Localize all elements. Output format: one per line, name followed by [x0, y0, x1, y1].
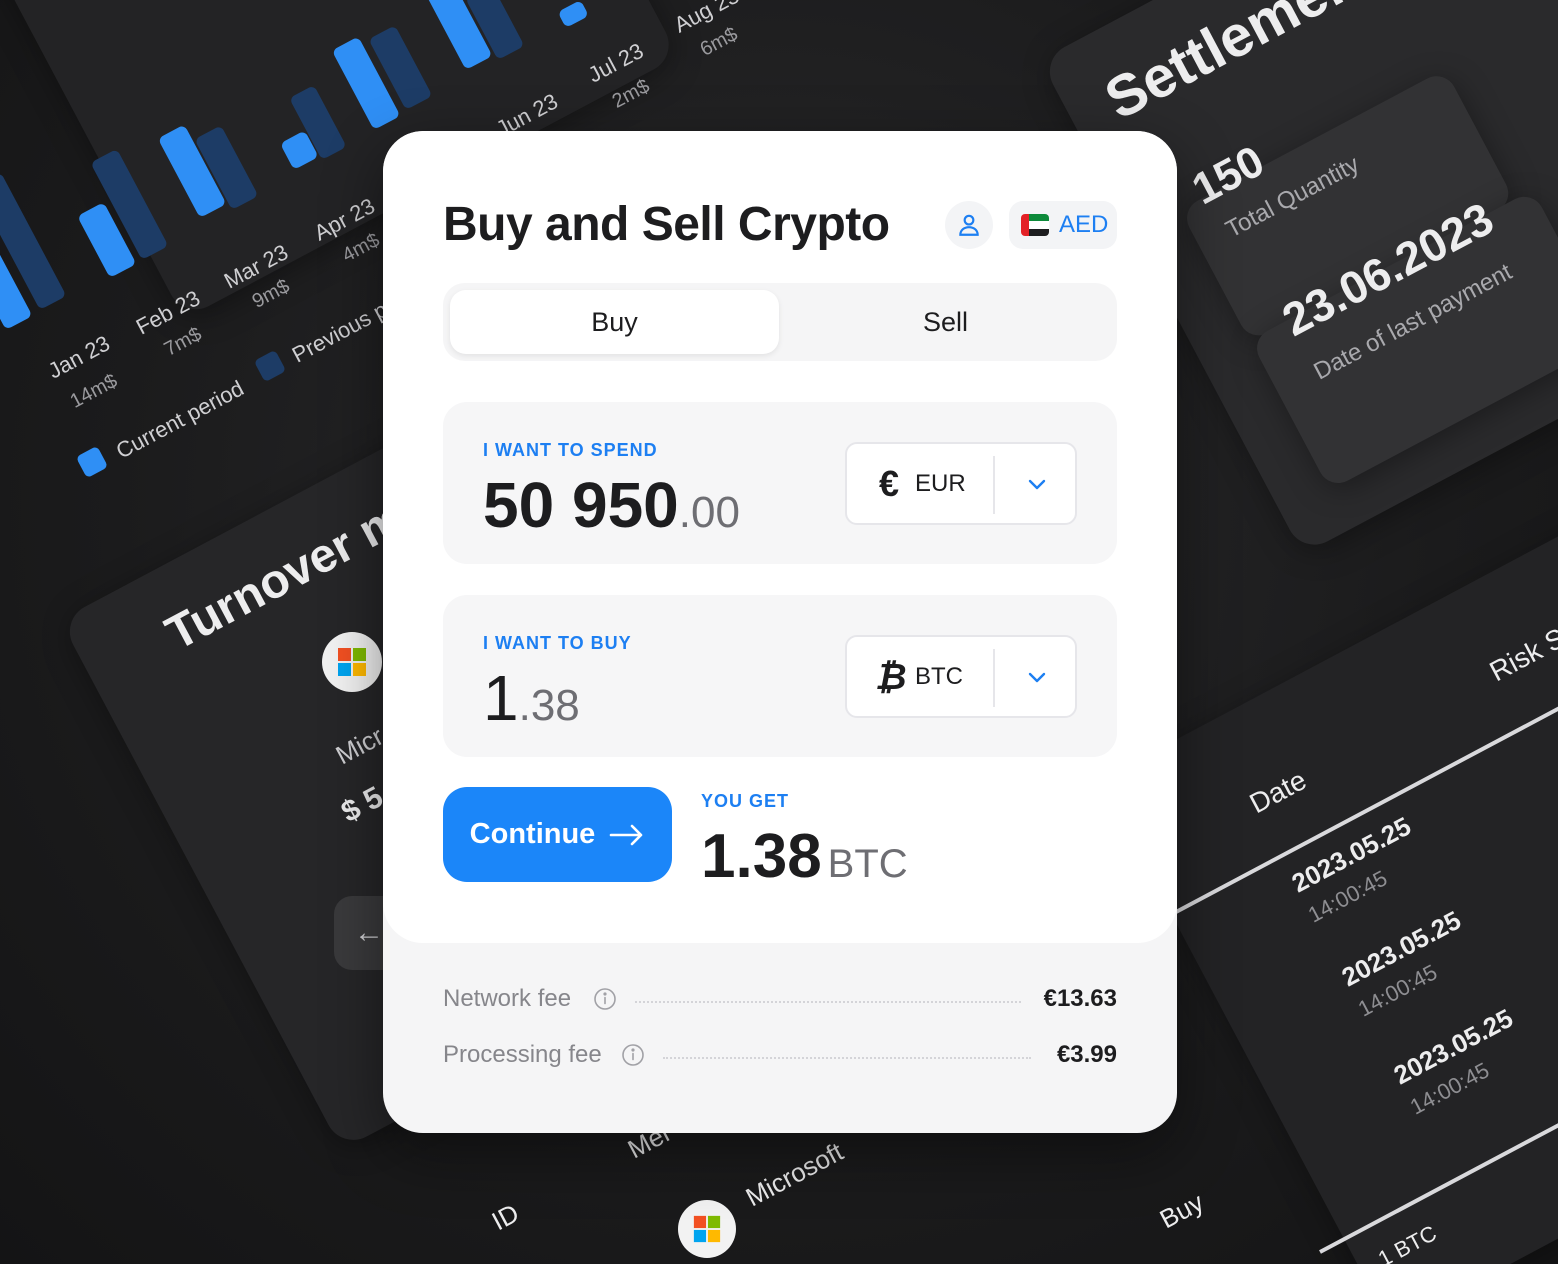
uae-flag-icon — [1021, 214, 1049, 236]
bg-merchant-name: Microsoft — [740, 1136, 848, 1213]
bg-month-value: 7m$ — [160, 323, 206, 361]
bg-type: Buy — [1154, 1186, 1209, 1235]
bg-legend-current-label: Current period — [111, 375, 248, 464]
continue-label: Continue — [469, 818, 596, 850]
spend-amount[interactable]: 50 950.00 — [483, 468, 740, 542]
fee-row-processing: Processing fee €3.99 — [443, 1037, 1117, 1077]
fee-label: Network fee — [443, 985, 572, 1012]
fee-value: €13.63 — [1043, 985, 1117, 1012]
widget-main-panel: Buy and Sell Crypto AED Buy Sell I WANT … — [383, 131, 1177, 943]
user-button[interactable] — [945, 201, 993, 249]
currency-selector[interactable]: AED — [1009, 201, 1117, 249]
info-icon[interactable] — [621, 1043, 645, 1067]
bg-legend-current-swatch — [75, 445, 109, 479]
fee-value: €3.99 — [1056, 1041, 1117, 1068]
select-divider — [993, 649, 995, 707]
spend-amount-decimal: .00 — [678, 488, 740, 537]
chevron-down-icon[interactable] — [1025, 665, 1049, 689]
user-icon — [959, 214, 979, 236]
fee-leader — [663, 1057, 1031, 1059]
spend-field[interactable]: I WANT TO SPEND 50 950.00 € EUR — [443, 402, 1117, 564]
bg-microsoft-logo-row — [678, 1200, 736, 1258]
bg-month-value: 6m$ — [696, 23, 742, 61]
fee-leader — [635, 1001, 1021, 1003]
you-get-label: YOU GET — [701, 791, 790, 811]
euro-icon: € — [878, 463, 900, 504]
fee-label: Processing fee — [443, 1041, 602, 1068]
info-icon[interactable] — [593, 987, 617, 1011]
chevron-down-icon[interactable] — [1025, 472, 1049, 496]
bg-legend-previous-swatch — [253, 349, 287, 383]
you-get-value: 1.38 BTC — [701, 821, 908, 892]
buy-amount-decimal: .38 — [518, 681, 580, 730]
buy-label: I WANT TO BUY — [483, 633, 632, 653]
spend-amount-integer: 50 950 — [483, 469, 679, 541]
select-divider — [993, 456, 995, 514]
you-get-amount: 1.38 — [701, 822, 822, 891]
bg-month-value: 4m$ — [338, 229, 384, 267]
bitcoin-icon: ₿ — [875, 656, 907, 697]
spend-label: I WANT TO SPEND — [483, 440, 658, 460]
bg-microsoft-logo — [322, 632, 382, 692]
tab-sell[interactable]: Sell — [781, 290, 1110, 354]
bg-col-id: ID — [486, 1197, 524, 1237]
continue-button[interactable]: Continue — [443, 787, 672, 882]
buy-amount-integer: 1 — [483, 662, 519, 734]
buy-sell-crypto-widget: Buy and Sell Crypto AED Buy Sell I WANT … — [383, 131, 1177, 1133]
spend-currency-select[interactable]: € EUR — [845, 442, 1077, 525]
buy-currency-code: BTC — [915, 663, 963, 690]
tab-buy[interactable]: Buy — [450, 290, 779, 354]
bg-month-value: 14m$ — [66, 369, 122, 413]
buy-sell-tabs: Buy Sell — [443, 283, 1117, 361]
spend-currency-code: EUR — [915, 470, 966, 497]
fee-row-network: Network fee €13.63 — [443, 981, 1117, 1021]
widget-title: Buy and Sell Crypto — [443, 198, 890, 251]
bg-legend-previous-label: Previous p — [287, 296, 392, 368]
currency-code: AED — [1059, 211, 1109, 238]
buy-field[interactable]: I WANT TO BUY 1.38 ₿ BTC — [443, 595, 1117, 757]
you-get-unit: BTC — [827, 842, 908, 886]
buy-amount[interactable]: 1.38 — [483, 661, 580, 735]
buy-currency-select[interactable]: ₿ BTC — [845, 635, 1077, 718]
arrow-right-icon — [610, 824, 643, 845]
